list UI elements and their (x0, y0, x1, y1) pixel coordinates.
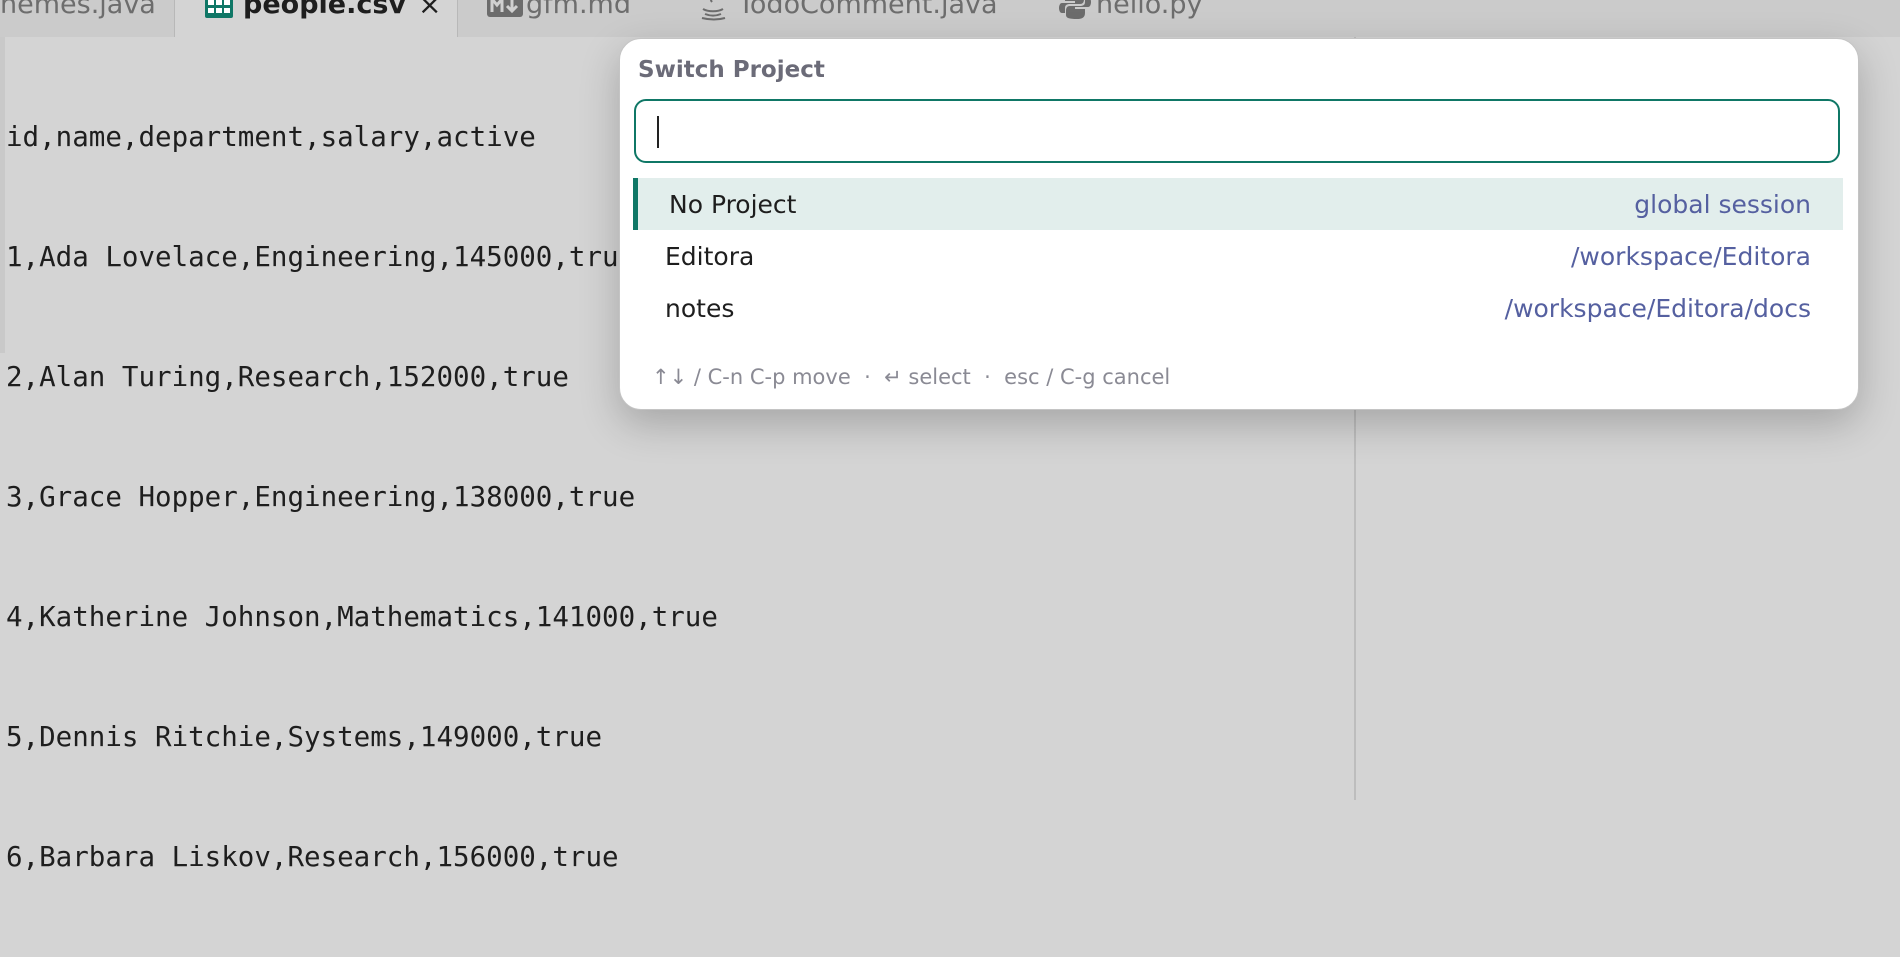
palette-title: Switch Project (638, 57, 825, 83)
code-area[interactable]: id,name,department,salary,active 1,Ada L… (6, 37, 718, 957)
text-caret (657, 116, 659, 148)
java-icon (698, 0, 730, 21)
table-icon (203, 0, 235, 21)
tab-gfm-md[interactable]: gfm.md (486, 0, 631, 37)
project-search-input[interactable] (634, 99, 1840, 163)
tab-todocomment-java[interactable]: TodoComment.java (698, 0, 998, 37)
python-icon (1056, 0, 1091, 21)
project-name: No Project (669, 189, 797, 219)
markdown-icon (486, 0, 523, 21)
tab-label: people.csv (243, 0, 407, 20)
project-list: No Project global session Editora /works… (633, 178, 1843, 334)
code-line: 1,Ada Lovelace,Engineering,145000,true (6, 241, 636, 273)
tab-people-csv[interactable]: people.csv × (174, 0, 459, 37)
code-line: id,name,department,salary,active (6, 121, 536, 153)
project-detail: global session (1634, 189, 1811, 219)
code-line: 5,Dennis Ritchie,Systems,149000,true (6, 721, 603, 753)
code-line: 2,Alan Turing,Research,152000,true (6, 361, 569, 393)
project-detail: /workspace/Editora/docs (1504, 293, 1811, 323)
project-detail: /workspace/Editora (1571, 241, 1811, 271)
switch-project-palette: Switch Project No Project global session… (619, 38, 1859, 410)
tab-label: hemes.java (0, 0, 156, 20)
project-name: Editora (665, 241, 755, 271)
close-icon[interactable]: × (418, 0, 441, 21)
code-line: 3,Grace Hopper,Engineering,138000,true (6, 481, 636, 513)
code-line: 4,Katherine Johnson,Mathematics,141000,t… (6, 601, 718, 633)
project-item-editora[interactable]: Editora /workspace/Editora (633, 230, 1843, 282)
project-name: notes (665, 293, 735, 323)
tab-label: TodoComment.java (738, 0, 998, 20)
tab-hello-py[interactable]: hello.py (1056, 0, 1202, 37)
tab-label: gfm.md (526, 0, 631, 20)
tab-hemes-java[interactable]: hemes.java (0, 0, 156, 37)
gutter (0, 37, 5, 353)
tab-bar: hemes.java people.csv × gfm.md TodoComme… (0, 0, 1900, 37)
keyboard-hints: ↑↓ / C-n C-p move · ↵ select · esc / C-g… (652, 365, 1171, 389)
code-line: 6,Barbara Liskov,Research,156000,true (6, 841, 619, 873)
tab-label: hello.py (1096, 0, 1203, 20)
project-item-notes[interactable]: notes /workspace/Editora/docs (633, 282, 1843, 334)
project-item-no-project[interactable]: No Project global session (633, 178, 1843, 230)
